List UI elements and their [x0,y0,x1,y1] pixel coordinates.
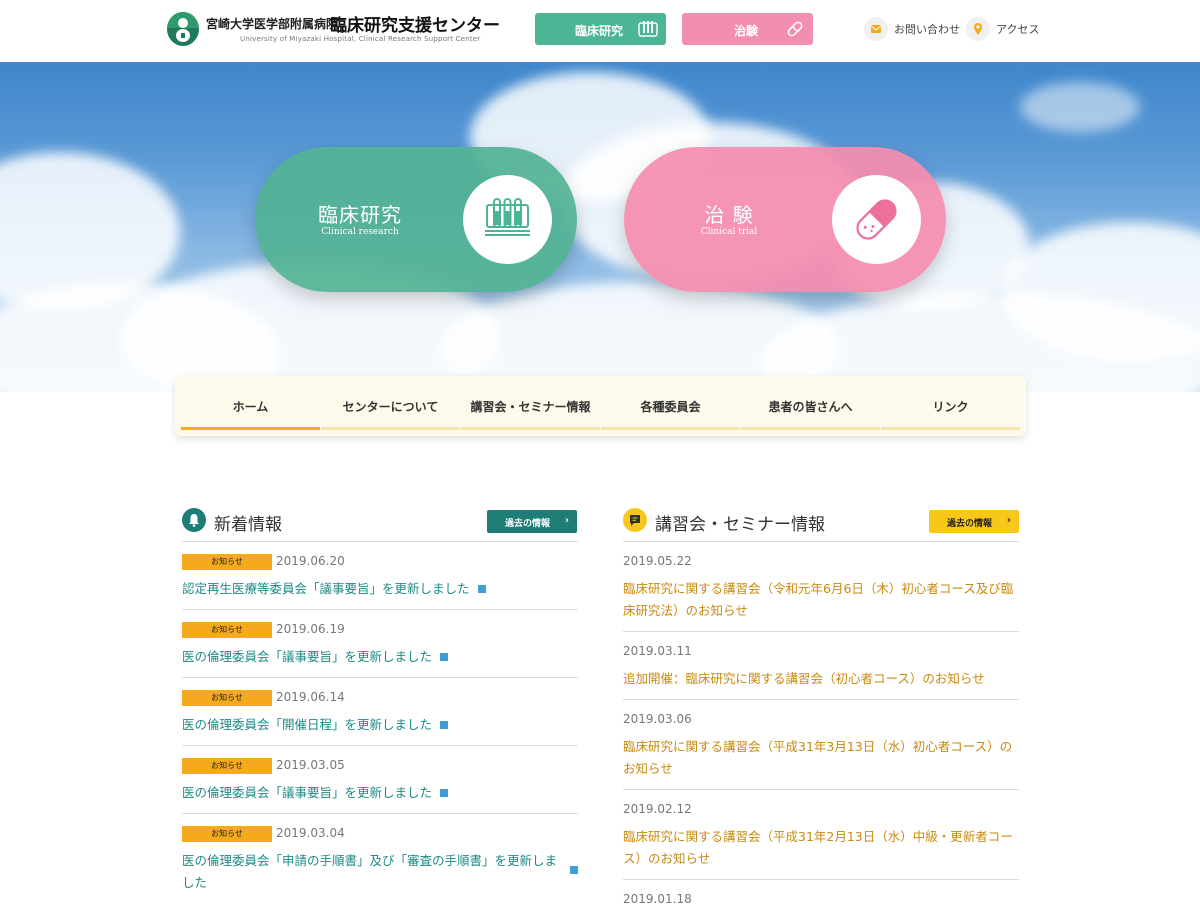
speech-bubble-icon [623,508,647,532]
nav-item-label: センターについて [342,400,439,414]
main-nav: ホーム センターについて 講習会・セミナー情報 各種委員会 患者の皆さんへ リン… [175,376,1026,436]
nav-underline [881,427,1020,430]
external-link-icon [570,866,578,874]
seminar-link[interactable]: 臨床研究に関する講習会（令和元年6月6日（木）初心者コース及び臨床研究法）のお知… [623,578,1019,622]
divider [623,789,1019,790]
seminar-date: 2019.05.22 [623,554,692,568]
divider [182,813,578,814]
nav-item-label: 患者の皆さんへ [768,400,853,414]
news-link[interactable]: 医の倫理委員会「議事要旨」を更新しました [182,649,432,664]
bell-icon [182,508,206,532]
seminar-archive-label: 過去の情報 [947,519,993,529]
nav-item-seminar[interactable]: 講習会・セミナー情報 [461,376,600,436]
seminar-link[interactable]: 追加開催：臨床研究に関する講習会（初心者コース）のお知らせ [623,668,1019,690]
center-name[interactable]: 臨床研究支援センター [330,11,500,36]
external-link-icon [440,653,449,661]
divider [623,879,1019,880]
nav-item-patients[interactable]: 患者の皆さんへ [741,376,880,436]
nav-item-label: 各種委員会 [640,400,701,414]
news-badge: お知らせ [182,554,272,570]
trial-subtitle: Clinical trial [700,227,758,237]
seminar-header: 講習会・セミナー情報 過去の情報 › [623,508,1019,535]
hero-banner: 臨床研究 Clinical research 治 験 Clinical tria… [0,62,1200,392]
news-date: 2019.06.19 [276,622,345,636]
org-name[interactable]: 宮崎大学医学部附属病院 [206,15,338,32]
research-subtitle: Clinical research [321,227,399,237]
seminar-link[interactable]: 臨床研究に関する講習会（平成31年3月13日（水）初心者コース）のお知らせ [623,736,1019,780]
divider [182,541,578,542]
trial-pill-button[interactable]: 治 験 Clinical trial [624,147,946,292]
seminar-archive-button[interactable]: 過去の情報 › [929,510,1019,533]
news-badge: お知らせ [182,690,272,706]
contact-label: お問い合わせ [894,23,960,36]
pill-icon [787,21,803,37]
news-link[interactable]: 医の倫理委員会「議事要旨」を更新しました [182,785,432,800]
nav-item-label: リンク [932,400,969,414]
contact-link[interactable]: お問い合わせ [864,16,960,42]
news-badge: お知らせ [182,758,272,774]
news-badge: お知らせ [182,826,272,842]
nav-item-label: ホーム [232,400,269,414]
header-trial-button[interactable]: 治験 [682,13,813,45]
trial-title: 治 験 [704,203,754,227]
access-label: アクセス [996,23,1040,36]
news-header: 新着情報 過去の情報 › [182,508,578,535]
external-link-icon [477,585,486,593]
seminar-link[interactable]: 臨床研究に関する講習会（平成31年2月13日（水）中級・更新者コース）のお知らせ [623,826,1019,870]
news-date: 2019.06.20 [276,554,345,568]
news-date: 2019.06.14 [276,690,345,704]
divider [623,631,1019,632]
news-link[interactable]: 認定再生医療等委員会「議事要旨」を更新しました [182,581,470,596]
news-date: 2019.03.04 [276,826,345,840]
news-title: 新着情報 [214,515,282,535]
news-archive-button[interactable]: 過去の情報 › [487,510,577,533]
seminar-date: 2019.03.11 [623,644,692,658]
seminar-date: 2019.02.12 [623,802,692,816]
access-link[interactable]: アクセス [966,16,1039,42]
news-link[interactable]: 医の倫理委員会「開催日程」を更新しました [182,717,432,732]
divider [182,677,578,678]
nav-underline [601,427,740,430]
nav-underline [741,427,880,430]
news-date: 2019.03.05 [276,758,345,772]
divider [623,541,1019,542]
seminar-title: 講習会・セミナー情報 [655,515,825,535]
nav-item-label: 講習会・セミナー情報 [470,400,591,414]
nav-item-links[interactable]: リンク [881,376,1020,436]
research-pill-button[interactable]: 臨床研究 Clinical research [255,147,577,292]
test-tubes-icon [463,175,552,264]
chevron-right-icon: › [564,515,569,526]
external-link-icon [440,721,449,729]
divider [182,609,578,610]
mail-icon [864,17,888,41]
seminar-date: 2019.01.18 [623,892,692,906]
header-research-button[interactable]: 臨床研究 [535,13,666,45]
nav-item-about[interactable]: センターについて [321,376,460,436]
nav-item-home[interactable]: ホーム [181,376,320,436]
nav-item-committees[interactable]: 各種委員会 [601,376,740,436]
map-pin-icon [966,17,990,41]
divider [182,745,578,746]
hospital-logo-icon[interactable] [167,12,199,46]
seminar-date: 2019.03.06 [623,712,692,726]
org-name-en: University of Miyazaki Hospital, Clinica… [240,35,481,43]
nav-underline [461,427,600,430]
pill-icon [832,175,921,264]
nav-underline [321,427,460,430]
nav-underline [181,427,320,430]
chevron-right-icon: › [1006,515,1011,526]
news-badge: お知らせ [182,622,272,638]
divider [623,699,1019,700]
news-link[interactable]: 医の倫理委員会「申請の手順書」及び「審査の手順書」を更新しました [182,853,557,890]
test-tubes-icon [638,21,658,37]
external-link-icon [440,789,449,797]
news-archive-label: 過去の情報 [505,519,551,529]
research-title: 臨床研究 [318,203,402,227]
site-header: 宮崎大学医学部附属病院 臨床研究支援センター University of Miy… [0,0,1200,62]
